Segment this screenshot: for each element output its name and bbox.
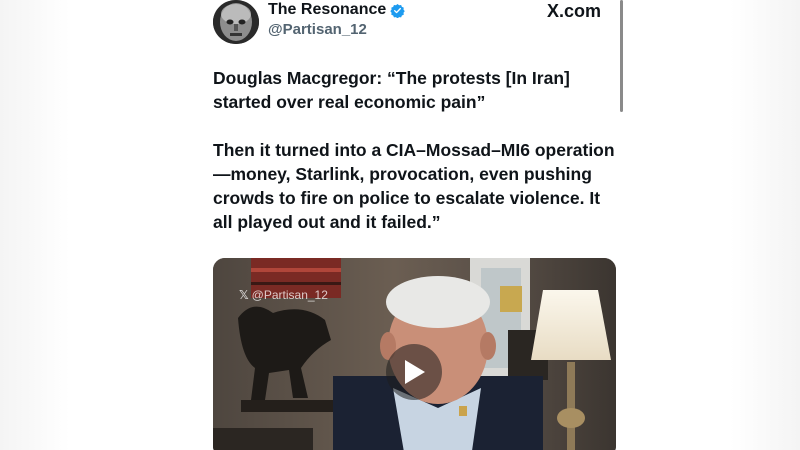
- display-name[interactable]: The Resonance: [268, 0, 386, 20]
- display-name-row[interactable]: The Resonance: [268, 0, 406, 20]
- avatar[interactable]: [213, 0, 259, 44]
- video-thumbnail[interactable]: 𝕏 @Partisan_12: [213, 258, 616, 450]
- watermark-handle: @Partisan_12: [251, 288, 328, 302]
- scrollbar-thumb[interactable]: [620, 0, 623, 112]
- play-button[interactable]: [386, 344, 442, 400]
- tweet-paragraph-1: Douglas Macgregor: “The protests [In Ira…: [213, 68, 570, 112]
- left-edge-shade: [0, 0, 70, 450]
- x-logo-icon: 𝕏: [239, 288, 249, 302]
- tweet-paragraph-2: Then it turned into a CIA–Mossad–MI6 ope…: [213, 140, 615, 232]
- user-handle[interactable]: @Partisan_12: [268, 20, 367, 40]
- video-watermark: 𝕏 @Partisan_12: [239, 288, 328, 302]
- verified-badge-icon: [390, 3, 406, 18]
- tweet-body: Douglas Macgregor: “The protests [In Ira…: [213, 66, 618, 258]
- screen: The Resonance @Partisan_12 X.com Douglas…: [0, 0, 800, 450]
- brand-label: X.com: [547, 1, 602, 21]
- avatar-face-image: [213, 0, 259, 44]
- right-edge-shade: [730, 0, 800, 450]
- play-icon: [405, 360, 425, 384]
